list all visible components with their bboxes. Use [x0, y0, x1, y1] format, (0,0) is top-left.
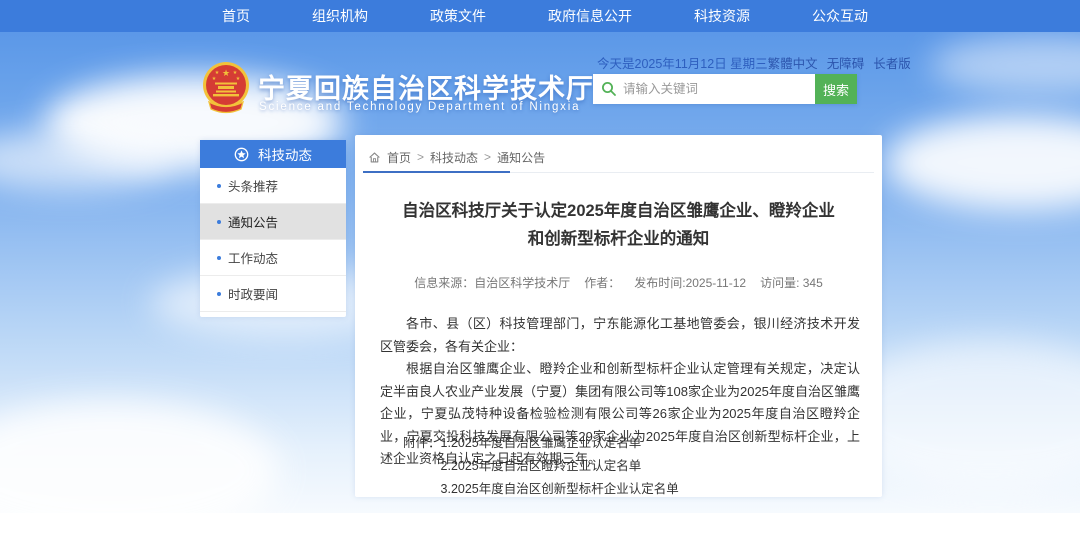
attachment-link-gazelle-list[interactable]: 2.2025年度自治区瞪羚企业认定名单	[441, 455, 679, 478]
article-title-line1: 自治区科技厅关于认定2025年度自治区雏鹰企业、瞪羚企业	[355, 197, 882, 225]
current-date-text: 今天是2025年11月12日 星期三	[597, 53, 768, 72]
sidebar-item-political-news[interactable]: 时政要闻	[200, 276, 346, 312]
svg-text:★: ★	[222, 68, 230, 78]
top-navigation-items: 首页 组织机构 政策文件 政府信息公开 科技资源 公众互动	[222, 0, 868, 32]
sidebar-item-label: 时政要闻	[228, 284, 278, 303]
nav-item-policy-documents[interactable]: 政策文件	[430, 6, 486, 26]
sidebar-tech-news: 科技动态 头条推荐 通知公告 工作动态 时政要闻	[200, 140, 346, 317]
bullet-dot-icon	[217, 256, 221, 260]
meta-publish-date: 发布时间:2025-11-12	[634, 276, 746, 290]
attachment-link-eagle-list[interactable]: 1.2025年度自治区雏鹰企业认定名单	[441, 432, 679, 455]
link-elderly-version[interactable]: 长者版	[873, 53, 911, 72]
meta-source: 信息来源：自治区科学技术厅	[414, 276, 570, 290]
sidebar-item-label: 工作动态	[228, 248, 278, 267]
bullet-dot-icon	[217, 184, 221, 188]
sidebar-item-headline-recommend[interactable]: 头条推荐	[200, 168, 346, 204]
nav-item-organization[interactable]: 组织机构	[312, 6, 368, 26]
svg-text:★: ★	[236, 76, 241, 82]
article-paragraph: 各市、县（区）科技管理部门，宁东能源化工基地管委会，银川经济技术开发区管委会，各…	[380, 313, 860, 358]
bullet-dot-icon	[217, 220, 221, 224]
breadcrumb-home[interactable]: 首页	[387, 149, 411, 166]
circled-star-icon	[234, 147, 249, 162]
article-title-line2: 和创新型标杆企业的通知	[355, 225, 882, 253]
utility-links: 繁體中文 无障碍 长者版	[768, 53, 911, 72]
nav-item-tech-resources[interactable]: 科技资源	[694, 6, 750, 26]
breadcrumb-separator: >	[417, 150, 424, 164]
breadcrumb-accent-underline	[363, 171, 510, 173]
main-content-panel: 首页 > 科技动态 > 通知公告 自治区科技厅关于认定2025年度自治区雏鹰企业…	[355, 135, 882, 497]
sidebar-item-label: 头条推荐	[228, 176, 278, 195]
search-icon	[601, 81, 617, 97]
national-emblem-logo: ★ ★ ★ ★ ★	[202, 61, 250, 115]
sidebar-item-notices[interactable]: 通知公告	[200, 204, 346, 240]
header-utility-row: 今天是2025年11月12日 星期三 繁體中文 无障碍 长者版	[597, 53, 875, 72]
attachments-list: 1.2025年度自治区雏鹰企业认定名单 2.2025年度自治区瞪羚企业认定名单 …	[441, 432, 679, 501]
attachment-link-benchmark-list[interactable]: 3.2025年度自治区创新型标杆企业认定名单	[441, 478, 679, 501]
svg-text:★: ★	[212, 76, 217, 82]
sidebar-header: 科技动态	[200, 140, 346, 168]
top-navigation-bar: 首页 组织机构 政策文件 政府信息公开 科技资源 公众互动	[0, 0, 1080, 32]
breadcrumb: 首页 > 科技动态 > 通知公告	[368, 145, 545, 169]
bullet-dot-icon	[217, 292, 221, 296]
cloud	[930, 35, 1080, 95]
sidebar-item-work-dynamics[interactable]: 工作动态	[200, 240, 346, 276]
search-button[interactable]: 搜索	[815, 74, 857, 104]
search-bar: 搜索	[593, 74, 857, 104]
attachments-label: 附件：	[403, 432, 441, 501]
breadcrumb-separator: >	[484, 150, 491, 164]
cloud	[0, 400, 280, 540]
sidebar-title: 科技动态	[258, 144, 312, 164]
attachments-block: 附件： 1.2025年度自治区雏鹰企业认定名单 2.2025年度自治区瞪羚企业认…	[403, 432, 679, 501]
site-subtitle-english: Science and Technology Department of Nin…	[259, 101, 580, 113]
nav-item-gov-info-disclosure[interactable]: 政府信息公开	[548, 6, 632, 26]
link-traditional-chinese[interactable]: 繁體中文	[768, 53, 818, 72]
breadcrumb-notices[interactable]: 通知公告	[497, 149, 545, 166]
sidebar-item-label: 通知公告	[228, 212, 278, 231]
meta-visit-count: 访问量: 345	[760, 276, 823, 290]
breadcrumb-tech-news[interactable]: 科技动态	[430, 149, 478, 166]
article-meta: 信息来源：自治区科学技术厅作者： 发布时间:2025-11-12 访问量: 345	[355, 274, 882, 291]
link-accessibility[interactable]: 无障碍	[827, 53, 865, 72]
article-title: 自治区科技厅关于认定2025年度自治区雏鹰企业、瞪羚企业 和创新型标杆企业的通知	[355, 197, 882, 253]
search-input-wrap	[593, 74, 815, 104]
search-input[interactable]	[593, 74, 815, 104]
meta-author: 作者：	[584, 276, 620, 290]
nav-item-public-interaction[interactable]: 公众互动	[812, 6, 868, 26]
cloud	[885, 115, 1080, 210]
nav-item-home[interactable]: 首页	[222, 6, 250, 26]
home-icon	[368, 151, 381, 164]
